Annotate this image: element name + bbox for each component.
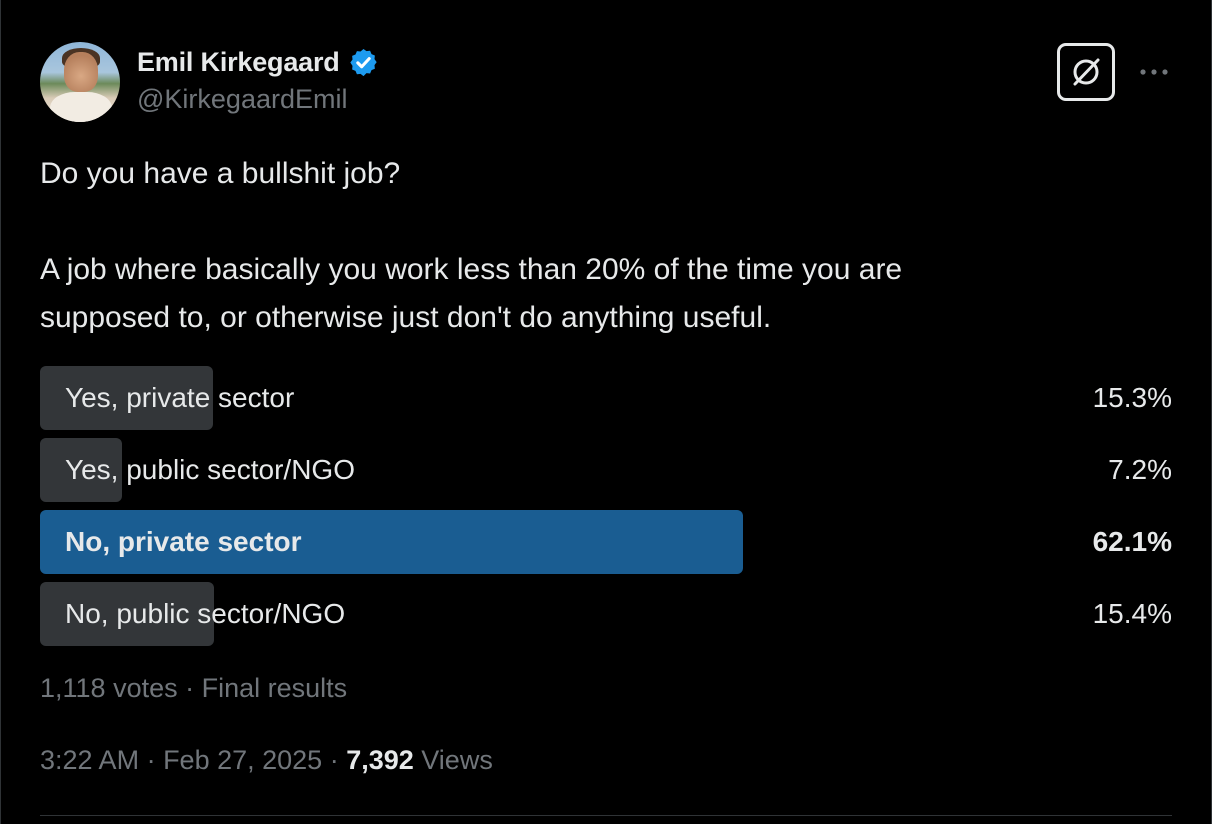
poll-option: No, public sector/NGO 15.4% [40, 582, 1172, 646]
poll-option: Yes, private sector 15.3% [40, 366, 1172, 430]
poll-option-percent: 7.2% [1108, 454, 1172, 485]
tweet-text-line3: supposed to, or otherwise just don't do … [40, 301, 772, 334]
author-name[interactable]: Emil Kirkegaard [137, 47, 340, 78]
post-time[interactable]: 3:22 AM [40, 745, 139, 775]
poll: Yes, private sector 15.3% Yes, public se… [40, 366, 1172, 654]
author-name-row: Emil Kirkegaard [137, 45, 379, 79]
poll-option-percent: 15.3% [1092, 382, 1172, 413]
post-date[interactable]: Feb 27, 2025 [163, 745, 322, 775]
views-count[interactable]: 7,392 [346, 745, 414, 775]
avatar-face [64, 52, 98, 92]
views-label[interactable]: Views [414, 745, 493, 775]
poll-option-percent: 15.4% [1092, 598, 1172, 629]
poll-option-label: Yes, public sector/NGO [65, 454, 355, 485]
verified-badge-icon[interactable] [348, 47, 379, 78]
author-handle[interactable]: @KirkegaardEmil [137, 84, 347, 115]
tweet-text-line1: Do you have a bullshit job? [40, 157, 401, 190]
grok-button[interactable] [1057, 43, 1115, 101]
more-button[interactable] [1136, 58, 1172, 86]
poll-option: No, private sector 62.1% [40, 510, 1172, 574]
poll-option-label: No, public sector/NGO [65, 598, 346, 629]
avatar[interactable] [40, 42, 120, 122]
poll-option-label: Yes, private sector [65, 382, 295, 413]
more-horizontal-icon [1140, 69, 1168, 75]
avatar-shirt [50, 92, 112, 122]
poll-option: Yes, public sector/NGO 7.2% [40, 438, 1172, 502]
timestamp-row: 3:22 AM · Feb 27, 2025 · 7,392 Views [40, 745, 493, 776]
poll-summary: 1,118 votes · Final results [40, 673, 348, 703]
tweet-text-line2: A job where basically you work less than… [40, 253, 903, 286]
separator: · [322, 745, 347, 775]
grok-icon [1073, 58, 1100, 86]
separator: · [139, 745, 164, 775]
poll-option-percent: 62.1% [1092, 526, 1172, 557]
poll-option-label: No, private sector [65, 526, 302, 557]
divider [40, 815, 1172, 816]
